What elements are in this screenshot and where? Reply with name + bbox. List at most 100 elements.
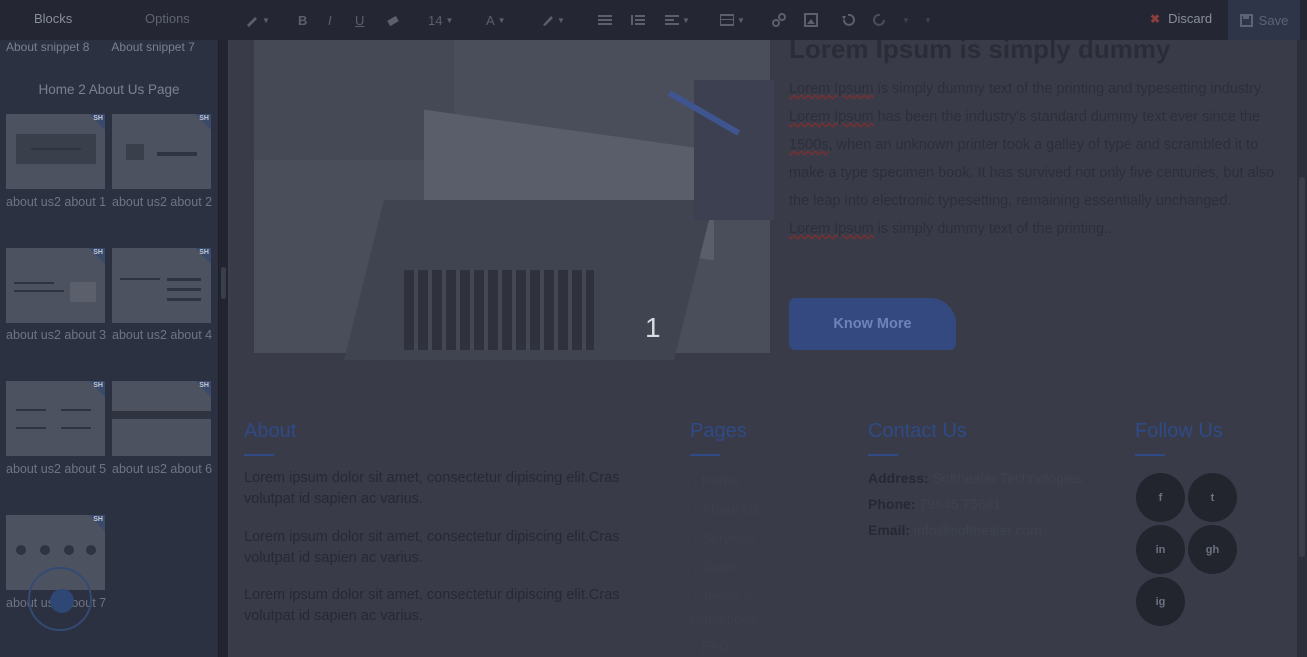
snippet-label: about us2 about 4: [112, 328, 213, 342]
footer: About Lorem ipsum dolor sit amet, consec…: [230, 390, 1307, 657]
link-icon: [772, 13, 786, 27]
paragraph-text: has been the industry's standard dummy t…: [873, 109, 1261, 125]
heading-underline: [690, 454, 720, 456]
badge: SH: [93, 249, 103, 256]
tab-options[interactable]: Options: [145, 11, 190, 26]
sidebar-scrollbar[interactable]: [218, 40, 228, 657]
badge: SH: [93, 516, 103, 523]
snippet-thumbnail-4[interactable]: SH: [112, 248, 211, 323]
align-button[interactable]: ▼: [665, 10, 690, 30]
footer-contact-heading: Contact Us: [868, 420, 967, 442]
close-icon: ✖: [1150, 11, 1161, 26]
snippet-label[interactable]: About snippet 8: [6, 40, 89, 54]
chevron-right-icon: ›: [690, 534, 694, 546]
discard-label: Discard: [1168, 11, 1213, 26]
hero-paragraph[interactable]: Lorem Ipsum is simply dummy text of the …: [789, 75, 1275, 243]
footer-link-services[interactable]: › Services: [690, 528, 800, 551]
text-color-button[interactable]: A ▼: [486, 10, 506, 30]
brush-icon: [543, 16, 553, 26]
paragraph-text: is simply dummy text of the printing and…: [873, 81, 1265, 97]
canvas-scrollbar[interactable]: [1297, 40, 1307, 657]
know-more-button[interactable]: Know More: [789, 298, 956, 350]
list-icon: [598, 15, 612, 25]
save-button[interactable]: Save: [1228, 0, 1300, 40]
snippet-thumbnail-1[interactable]: SH: [6, 114, 105, 189]
footer-link-home[interactable]: › Home: [690, 470, 800, 493]
redo-icon: [873, 13, 885, 26]
more-button[interactable]: ▼: [902, 10, 910, 30]
footer-about-text: Lorem ipsum dolor sit amet, consectetur …: [244, 529, 620, 566]
snippet-label: about us2 about 2: [112, 195, 213, 209]
category-title: Home 2 About Us Page: [38, 82, 180, 97]
highlight-button[interactable]: ▼: [540, 10, 565, 30]
overlay-number: 1: [645, 312, 661, 343]
snippet-label: about us2 about 6: [112, 462, 213, 476]
badge: SH: [199, 249, 209, 256]
italic-button[interactable]: I: [328, 10, 332, 30]
github-icon[interactable]: gh: [1188, 525, 1237, 574]
footer-link-team[interactable]: › Team: [690, 557, 800, 580]
contact-address: Address: Softhealer Technologies: [868, 470, 1082, 486]
save-label: Save: [1258, 12, 1289, 28]
badge: SH: [93, 382, 103, 389]
redo-button[interactable]: [873, 10, 887, 30]
image-button[interactable]: [804, 10, 818, 30]
footer-about-text: Lorem ipsum dolor sit amet, consectetur …: [244, 470, 620, 507]
contact-phone: Phone: 79845 75681: [868, 496, 1002, 512]
ordered-list-button[interactable]: [631, 10, 645, 30]
snippet-thumbnail-3[interactable]: SH: [6, 248, 105, 323]
spellcheck-word: Lorem Ipsum: [789, 109, 874, 125]
footer-link-about[interactable]: › About Us: [690, 499, 800, 522]
undo-icon: [842, 13, 855, 26]
underline-button[interactable]: U: [355, 10, 364, 30]
footer-link-faq[interactable]: › FAQ: [690, 636, 800, 657]
hero-title[interactable]: Lorem Ipsum is simply dummy: [789, 40, 1170, 65]
footer-pages-heading: Pages: [690, 420, 747, 442]
chevron-right-icon: ›: [690, 642, 694, 654]
font-size-value: 14: [428, 12, 443, 28]
facebook-icon[interactable]: f: [1136, 473, 1185, 522]
page-builder: Blocks Options ▼ B I U 14 ▼ A ▼ ▼ ▼ ▼ ▼ …: [0, 0, 1307, 657]
chevron-right-icon: ›: [690, 563, 694, 575]
link-button[interactable]: [772, 10, 786, 30]
app-logo: [28, 567, 92, 631]
snippet-label: about us2 about 1: [6, 195, 107, 209]
snippet-label[interactable]: About snippet 7: [111, 40, 194, 54]
heading-underline: [1135, 454, 1165, 456]
linkedin-icon[interactable]: in: [1136, 525, 1185, 574]
discard-button[interactable]: ✖ Discard: [1150, 11, 1212, 26]
twitter-icon[interactable]: t: [1188, 473, 1237, 522]
image-icon: [804, 13, 818, 27]
table-icon: [720, 14, 734, 26]
save-icon: [1239, 13, 1253, 27]
chevron-right-icon: ›: [690, 592, 694, 604]
paragraph-text: is simply dummy text of the printing..: [873, 221, 1113, 237]
hero-image: [254, 40, 774, 360]
spellcheck-word: 1500s: [789, 137, 829, 153]
snippet-thumbnail-6[interactable]: SH: [112, 381, 211, 456]
footer-link-terms[interactable]: › Terms & Conditions: [690, 586, 800, 630]
badge: SH: [199, 382, 209, 389]
undo-button[interactable]: [841, 10, 855, 30]
table-button[interactable]: ▼: [720, 10, 745, 30]
contact-email[interactable]: Email: info@softhealer.com: [868, 522, 1042, 538]
snippet-label: about us2 about 5: [6, 462, 107, 476]
font-size-select[interactable]: 14 ▼: [428, 10, 453, 30]
pen-style-button[interactable]: ▼: [245, 10, 270, 30]
snippet-thumbnail-2[interactable]: SH: [112, 114, 211, 189]
pen-icon: [247, 17, 257, 27]
ordered-list-icon: [631, 15, 645, 25]
chevron-right-icon: ›: [690, 476, 694, 488]
editor-toolbar: Blocks Options ▼ B I U 14 ▼ A ▼ ▼ ▼ ▼ ▼ …: [0, 0, 1307, 40]
more-button-2[interactable]: ▼: [924, 10, 932, 30]
snippet-label: about us2 about 3: [6, 328, 107, 342]
footer-follow-heading: Follow Us: [1135, 420, 1223, 442]
instagram-icon[interactable]: ig: [1136, 577, 1185, 626]
unordered-list-button[interactable]: [598, 10, 612, 30]
editor-canvas[interactable]: Lorem Ipsum is simply dummy Lorem Ipsum …: [230, 40, 1307, 657]
tab-blocks[interactable]: Blocks: [34, 11, 72, 26]
snippet-thumbnail-5[interactable]: SH: [6, 381, 105, 456]
chevron-right-icon: ›: [690, 505, 694, 517]
bold-button[interactable]: B: [298, 10, 307, 30]
eraser-button[interactable]: [386, 10, 400, 30]
